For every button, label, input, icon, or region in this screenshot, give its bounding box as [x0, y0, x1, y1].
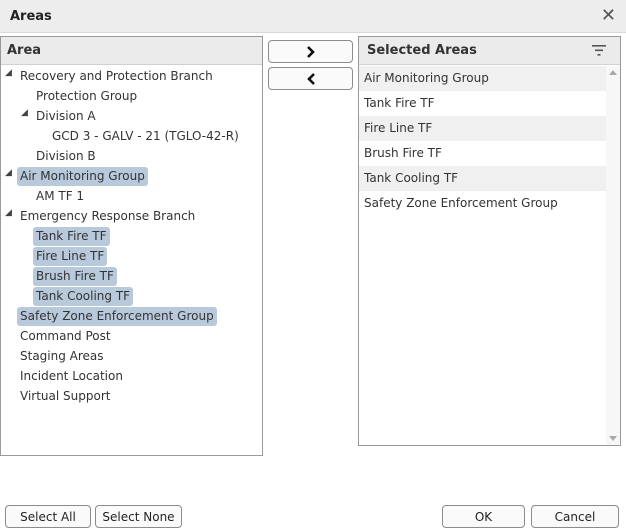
- expanded-triangle-icon[interactable]: ◢: [5, 68, 12, 78]
- tree-item-label[interactable]: Virtual Support: [17, 387, 113, 406]
- selected-areas-panel: Selected Areas Air Monitoring Group Tank …: [358, 36, 621, 446]
- tree-item[interactable]: ◢ Air Monitoring Group: [1, 166, 262, 186]
- tree-item-label[interactable]: Emergency Response Branch: [17, 207, 198, 226]
- tree-item[interactable]: ◢ Emergency Response Branch: [1, 206, 262, 226]
- ok-button[interactable]: OK: [442, 505, 525, 528]
- tree-item-label[interactable]: AM TF 1: [33, 187, 87, 206]
- tree-item[interactable]: Safety Zone Enforcement Group: [1, 306, 262, 326]
- tree-item[interactable]: Virtual Support: [1, 386, 262, 406]
- tree-item[interactable]: Fire Line TF: [1, 246, 262, 266]
- tree-item-label[interactable]: Tank Fire TF: [33, 227, 110, 246]
- tree-item-label[interactable]: Division A: [33, 107, 99, 126]
- expanded-triangle-icon[interactable]: ◢: [21, 108, 28, 118]
- chevron-right-icon: [306, 45, 315, 58]
- tree-item-label[interactable]: GCD 3 - GALV - 21 (TGLO-42-R): [49, 127, 242, 146]
- tree-item-label[interactable]: Command Post: [17, 327, 114, 346]
- tree-item[interactable]: GCD 3 - GALV - 21 (TGLO-42-R): [1, 126, 262, 146]
- area-panel-header: Area: [1, 37, 262, 65]
- selected-area-item[interactable]: Fire Line TF: [359, 116, 606, 141]
- move-left-button[interactable]: [268, 67, 353, 90]
- tree-item[interactable]: ◢ Recovery and Protection Branch: [1, 66, 262, 86]
- cancel-button[interactable]: Cancel: [531, 505, 619, 528]
- tree-item[interactable]: AM TF 1: [1, 186, 262, 206]
- selected-areas-list: Air Monitoring Group Tank Fire TF Fire Lin…: [359, 66, 606, 445]
- tree-item[interactable]: Protection Group: [1, 86, 262, 106]
- tree-item-label[interactable]: Air Monitoring Group: [17, 167, 148, 186]
- selected-area-item[interactable]: Tank Cooling TF: [359, 166, 606, 191]
- selected-panel-header: Selected Areas: [359, 37, 620, 65]
- tree-item-label[interactable]: Recovery and Protection Branch: [17, 67, 216, 86]
- tree-item[interactable]: Staging Areas: [1, 346, 262, 366]
- tree-item[interactable]: Tank Cooling TF: [1, 286, 262, 306]
- tree-item[interactable]: Division B: [1, 146, 262, 166]
- chevron-left-icon: [306, 72, 315, 85]
- tree-item[interactable]: Incident Location: [1, 366, 262, 386]
- dialog-titlebar: Areas ✕: [0, 0, 626, 33]
- tree-item-label[interactable]: Incident Location: [17, 367, 126, 386]
- tree-item-label[interactable]: Staging Areas: [17, 347, 107, 366]
- tree-item[interactable]: Command Post: [1, 326, 262, 346]
- tree-item-label[interactable]: Brush Fire TF: [33, 267, 117, 286]
- select-none-button[interactable]: Select None: [95, 505, 182, 528]
- selected-area-item[interactable]: Brush Fire TF: [359, 141, 606, 166]
- selected-area-item[interactable]: Safety Zone Enforcement Group: [359, 191, 606, 216]
- selected-area-item[interactable]: Tank Fire TF: [359, 91, 606, 116]
- selected-area-item[interactable]: Air Monitoring Group: [359, 66, 606, 91]
- scroll-down-icon[interactable]: [609, 436, 617, 441]
- filter-icon[interactable]: [592, 45, 606, 56]
- tree-item-label[interactable]: Safety Zone Enforcement Group: [17, 307, 217, 326]
- tree-item[interactable]: Brush Fire TF: [1, 266, 262, 286]
- select-all-button[interactable]: Select All: [5, 505, 91, 528]
- tree-item-label[interactable]: Fire Line TF: [33, 247, 108, 266]
- tree-item[interactable]: ◢ Division A: [1, 106, 262, 126]
- selected-list-scrollbar[interactable]: [606, 66, 620, 445]
- expanded-triangle-icon[interactable]: ◢: [5, 168, 12, 178]
- close-icon[interactable]: ✕: [601, 6, 616, 26]
- expanded-triangle-icon[interactable]: ◢: [5, 208, 12, 218]
- tree-item-label[interactable]: Division B: [33, 147, 99, 166]
- dialog-title: Areas: [10, 9, 52, 24]
- area-tree-panel: Area ◢ Recovery and Protection Branch Prot…: [0, 36, 263, 456]
- move-right-button[interactable]: [268, 40, 353, 63]
- area-tree: ◢ Recovery and Protection Branch Protectio…: [1, 65, 262, 406]
- selected-panel-title: Selected Areas: [367, 43, 477, 58]
- scroll-up-icon[interactable]: [609, 70, 617, 75]
- tree-item-label[interactable]: Tank Cooling TF: [33, 287, 134, 306]
- tree-item[interactable]: Tank Fire TF: [1, 226, 262, 246]
- tree-item-label[interactable]: Protection Group: [33, 87, 140, 106]
